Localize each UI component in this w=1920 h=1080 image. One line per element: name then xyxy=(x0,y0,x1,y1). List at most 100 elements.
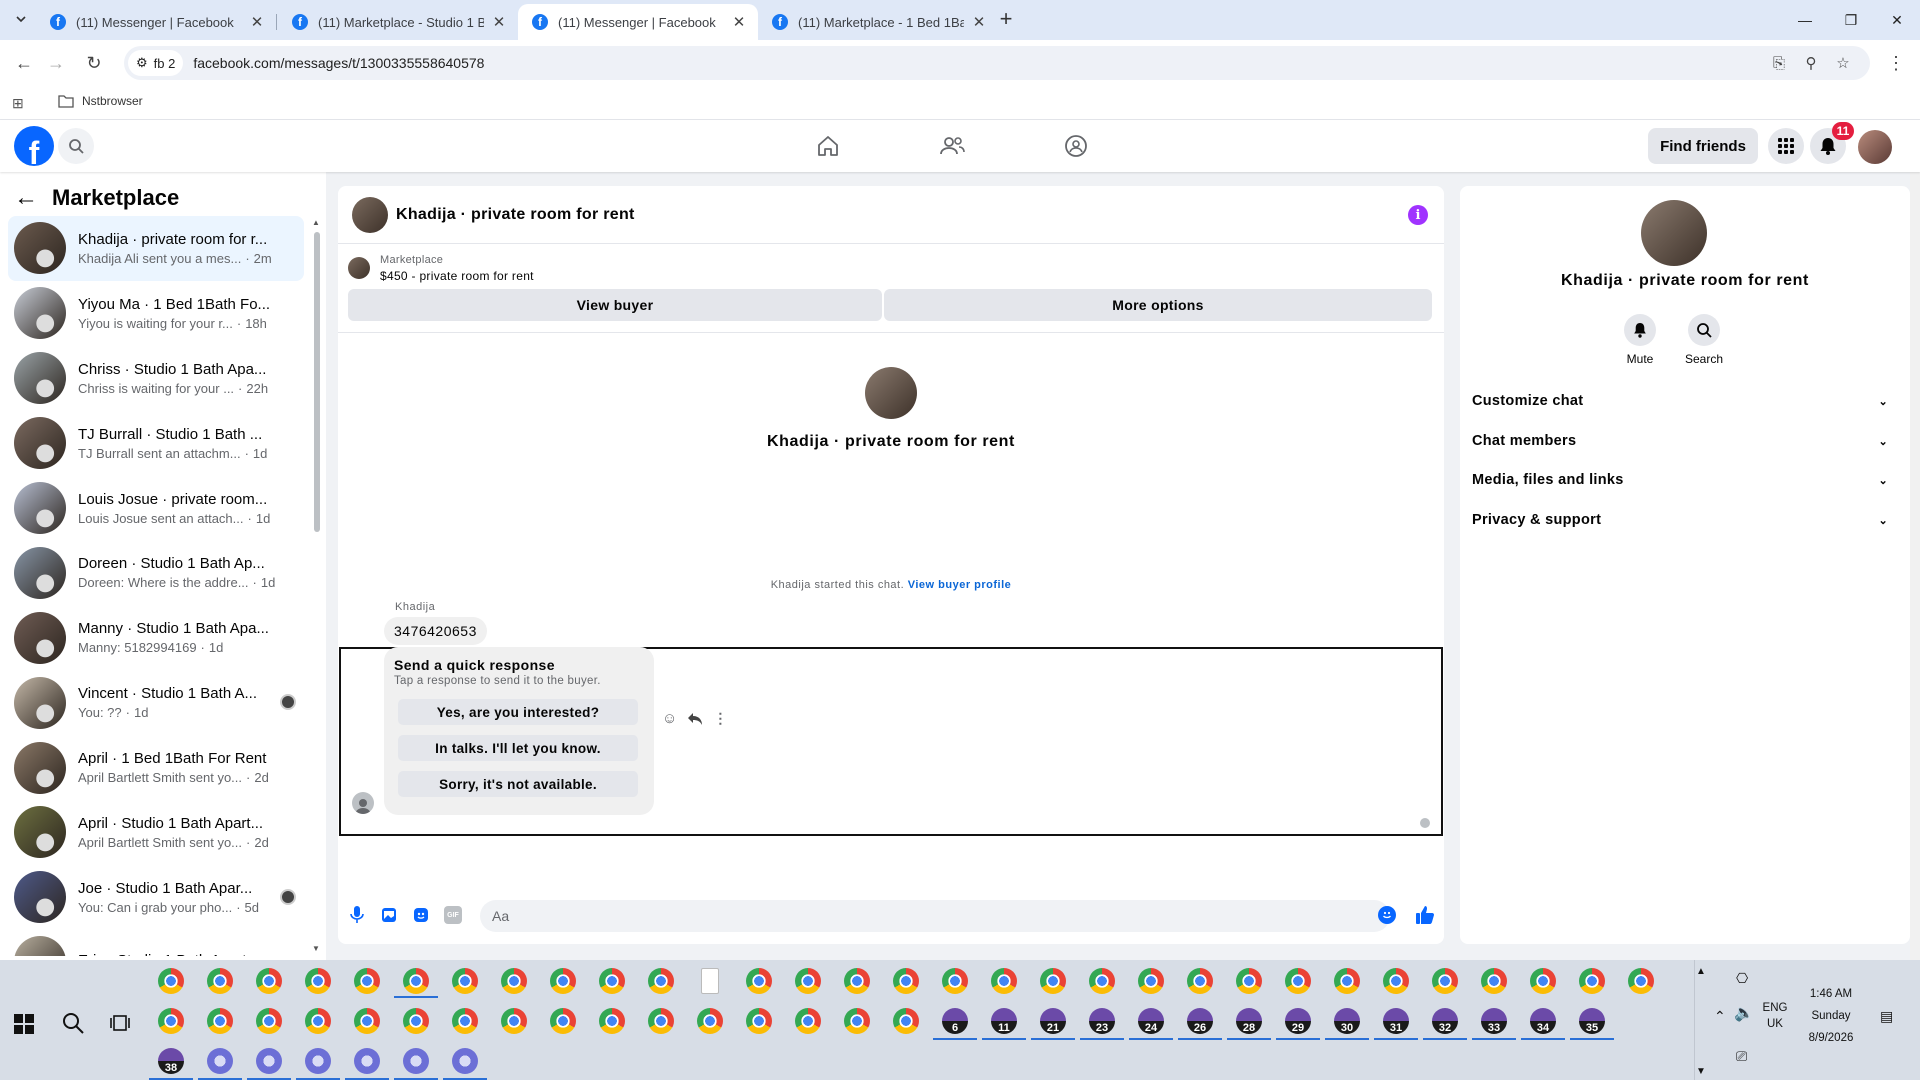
thumbs-up-icon[interactable] xyxy=(1414,904,1436,926)
view-buyer-button[interactable]: View buyer xyxy=(348,289,882,321)
chrome-app-icon[interactable] xyxy=(1187,968,1213,994)
chrome-app-icon[interactable] xyxy=(256,968,282,994)
search-icon[interactable] xyxy=(62,1012,84,1034)
chrome-app-icon[interactable] xyxy=(158,1008,184,1034)
volume-icon[interactable]: 🔈 xyxy=(1734,1006,1754,1022)
emoji-icon[interactable] xyxy=(1378,906,1396,924)
chrome-app-icon[interactable] xyxy=(991,968,1017,994)
profile-browser-icon[interactable]: 34 xyxy=(1530,1008,1556,1034)
profile-browser-icon[interactable]: 38 xyxy=(158,1048,184,1074)
nav-friends[interactable] xyxy=(922,130,982,162)
scroll-down-arrow-icon[interactable]: ▼ xyxy=(312,944,320,953)
meet-now-icon[interactable]: ⎔ xyxy=(1736,970,1748,986)
conversation-item[interactable]: April · 1 Bed 1Bath For Rent April Bartle… xyxy=(8,735,304,800)
more-actions-icon[interactable]: ⋮ xyxy=(713,710,727,727)
chrome-app-icon[interactable] xyxy=(207,968,233,994)
facebook-logo[interactable]: f xyxy=(14,126,54,166)
chrome-app-icon[interactable] xyxy=(599,968,625,994)
profile-browser-icon[interactable]: 32 xyxy=(1432,1008,1458,1034)
intro-avatar[interactable] xyxy=(865,367,917,419)
close-window-icon[interactable]: ✕ xyxy=(1874,0,1920,40)
browser-tab-1[interactable]: f (11) Messenger | Facebook ✕ xyxy=(36,4,276,40)
chrome-app-icon[interactable] xyxy=(403,1008,429,1034)
quick-response-option[interactable]: In talks. I'll let you know. xyxy=(398,735,638,761)
chrome-app-icon[interactable] xyxy=(354,1008,380,1034)
microphone-icon[interactable] xyxy=(348,906,366,924)
browser-menu-icon[interactable]: ⋮ xyxy=(1884,51,1908,75)
browser-profile-icon[interactable] xyxy=(452,1048,478,1074)
site-info-chip[interactable]: ⚙ fb 2 xyxy=(128,50,184,76)
new-tab-button[interactable]: + xyxy=(995,8,1017,31)
conversation-item[interactable]: Doreen · Studio 1 Bath Ap... Doreen: Wher… xyxy=(8,540,304,605)
chrome-app-icon[interactable] xyxy=(403,968,429,994)
conversation-item[interactable]: Joe · Studio 1 Bath Apar... You: Can i gr… xyxy=(8,865,304,930)
conversation-item[interactable]: Khadija · private room for r... Khadija A… xyxy=(8,216,304,281)
profile-browser-icon[interactable]: 28 xyxy=(1236,1008,1262,1034)
close-tab-icon[interactable]: ✕ xyxy=(730,13,748,31)
clock[interactable]: 1:46 AM Sunday 8/9/2026 xyxy=(1796,986,1866,1046)
profile-browser-icon[interactable]: 24 xyxy=(1138,1008,1164,1034)
show-hidden-icons-chevron[interactable]: ⌃ xyxy=(1714,1008,1726,1024)
chrome-app-icon[interactable] xyxy=(746,1008,772,1034)
conversation-item[interactable]: April · Studio 1 Bath Apart... April Bart… xyxy=(8,800,304,865)
search-in-chat-button[interactable]: Search xyxy=(1674,314,1734,366)
chrome-app-icon[interactable] xyxy=(1579,968,1605,994)
zoom-icon[interactable]: ⚲ xyxy=(1802,54,1820,72)
chrome-app-icon[interactable] xyxy=(452,968,478,994)
chrome-app-icon[interactable] xyxy=(697,1008,723,1034)
message-bubble[interactable]: 3476420653 xyxy=(384,617,487,645)
view-buyer-profile-link[interactable]: View buyer profile xyxy=(908,579,1012,591)
tray-up-arrow-icon[interactable]: ▲ xyxy=(1694,964,1708,980)
chrome-app-icon[interactable] xyxy=(354,968,380,994)
forward-arrow-icon[interactable]: → xyxy=(44,51,68,75)
chrome-app-icon[interactable] xyxy=(452,1008,478,1034)
conversation-item[interactable]: Chriss · Studio 1 Bath Apa... Chriss is w… xyxy=(8,346,304,411)
apps-grid-icon[interactable]: ⊞ xyxy=(12,95,24,112)
quick-response-option[interactable]: Sorry, it's not available. xyxy=(398,771,638,797)
chrome-app-icon[interactable] xyxy=(305,968,331,994)
notification-center-icon[interactable]: ▤ xyxy=(1880,1008,1893,1024)
chrome-app-icon[interactable] xyxy=(1236,968,1262,994)
sidebar-scrollbar[interactable] xyxy=(314,232,320,532)
chrome-app-icon[interactable] xyxy=(550,1008,576,1034)
profile-browser-icon[interactable]: 33 xyxy=(1481,1008,1507,1034)
chrome-app-icon[interactable] xyxy=(795,968,821,994)
profile-browser-icon[interactable]: 35 xyxy=(1579,1008,1605,1034)
section-media-files-links[interactable]: Media, files and links ⌄ xyxy=(1472,461,1898,499)
file-icon[interactable] xyxy=(701,968,719,994)
scroll-up-arrow-icon[interactable]: ▲ xyxy=(312,218,320,227)
language-indicator[interactable]: ENG UK xyxy=(1760,1000,1790,1032)
chrome-app-icon[interactable] xyxy=(1089,968,1115,994)
profile-browser-icon[interactable]: 6 xyxy=(942,1008,968,1034)
chrome-app-icon[interactable] xyxy=(844,1008,870,1034)
profile-browser-icon[interactable]: 23 xyxy=(1089,1008,1115,1034)
restore-window-icon[interactable]: ❐ xyxy=(1828,0,1874,40)
chat-avatar[interactable] xyxy=(352,196,388,233)
sticker-icon[interactable] xyxy=(412,906,430,924)
omnibox[interactable]: ⚙ fb 2 facebook.com/messages/t/130033555… xyxy=(124,46,1870,80)
browser-profile-icon[interactable] xyxy=(207,1048,233,1074)
chrome-app-icon[interactable] xyxy=(256,1008,282,1034)
close-tab-icon[interactable]: ✕ xyxy=(970,13,988,31)
conversation-item[interactable]: Yiyou Ma · 1 Bed 1Bath Fo... Yiyou is wai… xyxy=(8,281,304,346)
close-tab-icon[interactable]: ✕ xyxy=(490,13,508,31)
chat-title[interactable]: Khadija · private room for rent xyxy=(396,206,635,224)
nav-home[interactable] xyxy=(798,130,858,162)
chrome-app-icon[interactable] xyxy=(893,968,919,994)
chrome-app-icon[interactable] xyxy=(501,968,527,994)
chrome-app-icon[interactable] xyxy=(844,968,870,994)
profile-browser-icon[interactable]: 21 xyxy=(1040,1008,1066,1034)
page-scrollbar[interactable] xyxy=(1910,172,1920,960)
minimize-window-icon[interactable]: — xyxy=(1782,0,1828,40)
bookmark-star-icon[interactable]: ☆ xyxy=(1834,54,1852,72)
chrome-app-icon[interactable] xyxy=(305,1008,331,1034)
chrome-app-icon[interactable] xyxy=(648,1008,674,1034)
react-emoji-icon[interactable]: ☺ xyxy=(662,710,677,727)
reload-icon[interactable]: ↻ xyxy=(82,51,106,75)
quick-response-option[interactable]: Yes, are you interested? xyxy=(398,699,638,725)
section-chat-members[interactable]: Chat members ⌄ xyxy=(1472,422,1898,460)
install-app-icon[interactable]: ⎘ xyxy=(1770,54,1788,72)
browser-tab-2[interactable]: f (11) Marketplace - Studio 1 Bath ✕ xyxy=(278,4,518,40)
profile-browser-icon[interactable]: 30 xyxy=(1334,1008,1360,1034)
browser-profile-icon[interactable] xyxy=(403,1048,429,1074)
